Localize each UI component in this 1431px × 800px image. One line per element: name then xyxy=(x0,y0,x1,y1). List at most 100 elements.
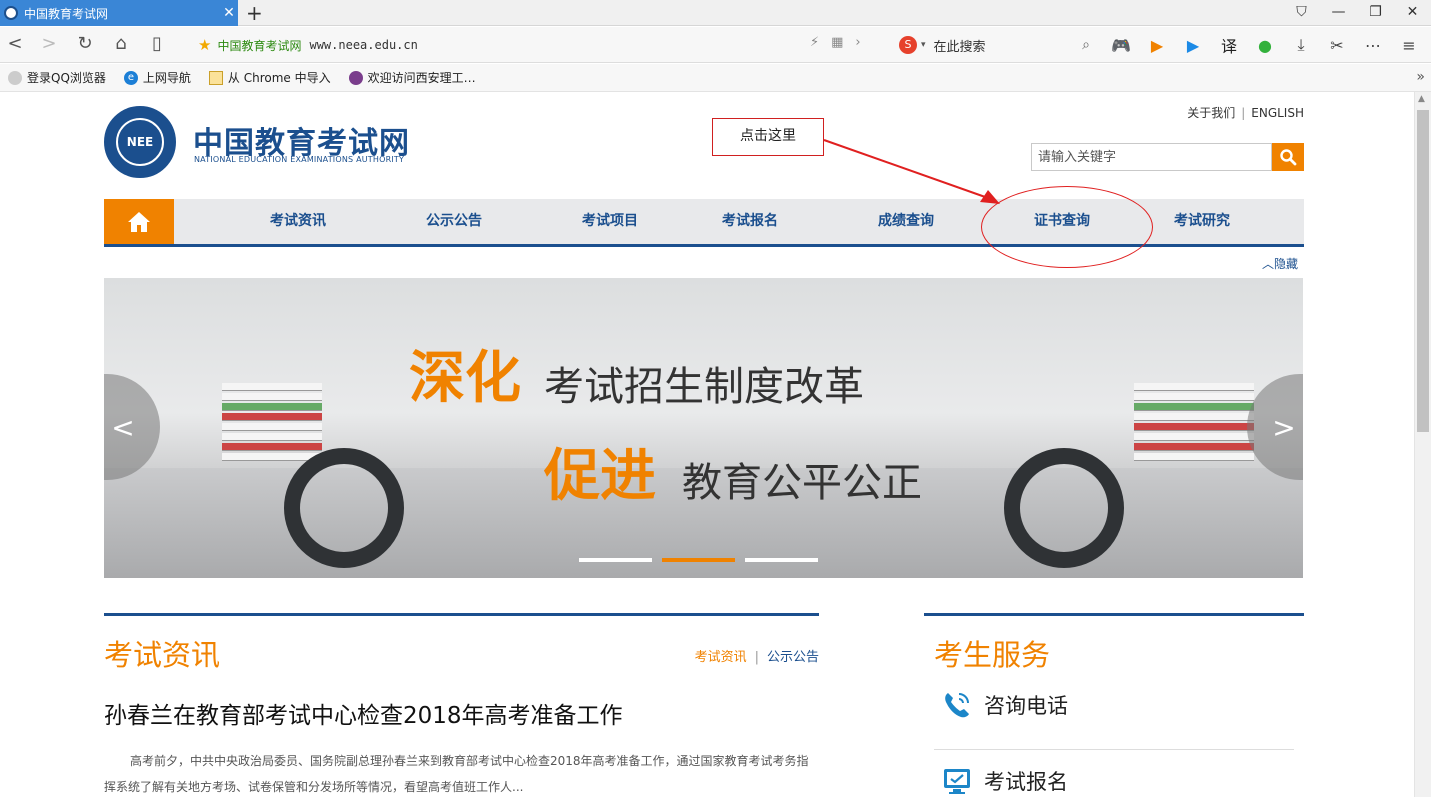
hero-banner: 深化 考试招生制度改革 促进 教育公平公正 < > xyxy=(104,278,1303,578)
search-icon[interactable]: ⌕ xyxy=(1082,37,1090,53)
news-tab-exam-news[interactable]: 考试资讯 xyxy=(695,650,747,665)
news-headline[interactable]: 孙春兰在教育部考试中心检查2018年高考准备工作 xyxy=(104,696,623,730)
logo-title-en: NATIONAL EDUCATION EXAMINATIONS AUTHORIT… xyxy=(194,155,405,164)
service-registration[interactable]: 考试报名 xyxy=(942,766,1068,796)
service-label: 咨询电话 xyxy=(984,694,1068,718)
hide-toggle[interactable]: ︿隐藏 xyxy=(1262,255,1298,272)
nav-exam-news[interactable]: 考试资讯 xyxy=(270,199,326,244)
browser-toolbar: 🎮 ▶ ▶ 译 ● ⤓ ✂ ⋯ ≡ xyxy=(1108,34,1422,56)
minimize-button[interactable]: — xyxy=(1320,0,1357,26)
bookmark-item[interactable]: 登录QQ浏览器 xyxy=(8,69,106,86)
close-window-button[interactable]: ✕ xyxy=(1394,0,1431,26)
english-link[interactable]: ENGLISH xyxy=(1251,106,1304,120)
new-tab-button[interactable]: + xyxy=(246,1,263,25)
bookmarks-bar: 登录QQ浏览器 e 上网导航 从 Chrome 中导入 欢迎访问西安理工… » xyxy=(0,64,1431,92)
more-icon[interactable]: ⋯ xyxy=(1360,34,1386,56)
binder-image xyxy=(284,448,404,568)
site-search xyxy=(1031,143,1304,171)
menu-icon[interactable]: ≡ xyxy=(1396,34,1422,56)
slide-dot-3[interactable] xyxy=(745,558,818,562)
hide-label: 隐藏 xyxy=(1274,257,1299,271)
banner-line1-emphasis: 深化 xyxy=(409,346,521,411)
bookmark-label: 从 Chrome 中导入 xyxy=(227,71,331,85)
university-icon xyxy=(348,70,363,85)
folder-icon xyxy=(208,70,223,85)
nav-exam-projects[interactable]: 考试项目 xyxy=(582,199,638,244)
url-field[interactable]: ★ 中国教育考试网 www.neea.edu.cn xyxy=(190,33,890,57)
site-search-input[interactable] xyxy=(1031,143,1272,171)
browser-search-box[interactable]: S ▾ 在此搜索 ⌕ xyxy=(895,32,1090,58)
home-button[interactable] xyxy=(104,199,174,244)
restore-button[interactable]: ❐ xyxy=(1357,0,1394,26)
phone-icon xyxy=(942,690,972,720)
slide-dot-2[interactable] xyxy=(662,558,735,562)
home-icon xyxy=(128,211,150,232)
chevron-left-icon: < xyxy=(111,410,135,444)
bookmark-label: 上网导航 xyxy=(142,71,191,85)
service-consult-phone[interactable]: 咨询电话 xyxy=(942,690,1068,720)
neea-logo[interactable]: NEE xyxy=(104,106,176,178)
video-icon[interactable]: ▶ xyxy=(1144,34,1170,56)
books-right-image xyxy=(1134,383,1254,473)
banner-line2-text: 教育公平公正 xyxy=(682,460,922,506)
banner-line1-text: 考试招生制度改革 xyxy=(544,364,864,410)
back-button[interactable]: < xyxy=(4,33,26,54)
scroll-up-icon[interactable]: ▲ xyxy=(1418,94,1425,104)
browser-tab[interactable]: 中国教育考试网 ✕ xyxy=(0,0,238,26)
services-section: 考生服务 咨询电话 考试报名 xyxy=(924,613,1304,794)
skin-icon[interactable]: ⛉ xyxy=(1283,0,1320,26)
annotation-callout: 点击这里 xyxy=(712,118,824,156)
refresh-icon[interactable]: ↻ xyxy=(74,33,96,54)
bookmark-item[interactable]: 欢迎访问西安理工… xyxy=(348,69,476,86)
reading-mode-icon[interactable]: ▯ xyxy=(146,33,168,54)
nav-exam-research[interactable]: 考试研究 xyxy=(1174,199,1230,244)
news-summary: 高考前夕，中共中央政治局委员、国务院副总理孙春兰来到教育部考试中心检查2018年… xyxy=(104,754,809,794)
banner-line2-emphasis: 促进 xyxy=(544,444,656,509)
nav-registration[interactable]: 考试报名 xyxy=(722,199,778,244)
bookmark-item[interactable]: e 上网导航 xyxy=(123,69,191,86)
news-tab-notices[interactable]: 公示公告 xyxy=(767,650,819,665)
bookmark-star-icon[interactable]: ★ xyxy=(198,36,211,54)
news-section-title: 考试资讯 xyxy=(104,638,221,672)
bookmark-item[interactable]: 从 Chrome 中导入 xyxy=(208,69,331,86)
bookmarks-overflow-icon[interactable]: » xyxy=(1416,69,1425,85)
game-icon[interactable]: 🎮 xyxy=(1108,34,1134,56)
logo-mark: NEE xyxy=(116,118,164,166)
about-link[interactable]: 关于我们 xyxy=(1187,106,1235,120)
news-section: 考试资讯 考试资讯 | 公示公告 孙春兰在教育部考试中心检查2018年高考准备工作 … xyxy=(104,613,819,794)
tab-title: 中国教育考试网 xyxy=(24,6,109,21)
scrollbar-thumb[interactable] xyxy=(1417,110,1429,432)
annotation-ellipse xyxy=(981,186,1153,268)
search-icon xyxy=(1280,149,1297,166)
site-name-label: 中国教育考试网 xyxy=(217,38,302,53)
services-section-title: 考生服务 xyxy=(934,638,1051,672)
browser-titlebar: 中国教育考试网 ✕ + ⛉ — ❐ ✕ xyxy=(0,0,1431,26)
binder-image xyxy=(1004,448,1124,568)
ie-icon: e xyxy=(123,70,138,85)
user-icon xyxy=(8,70,22,85)
nav-notices[interactable]: 公示公告 xyxy=(426,199,482,244)
sogou-engine-icon[interactable]: S xyxy=(899,36,917,54)
home-icon[interactable]: ⌂ xyxy=(110,33,132,54)
banner-next-button[interactable]: > xyxy=(1247,374,1303,480)
bookmark-label: 登录QQ浏览器 xyxy=(27,71,106,85)
chevron-right-icon: > xyxy=(1272,410,1296,444)
chevron-down-icon[interactable]: ▾ xyxy=(921,40,926,50)
site-favicon-icon xyxy=(4,6,18,20)
translate-icon[interactable]: 译 xyxy=(1216,34,1242,56)
banner-prev-button[interactable]: < xyxy=(104,374,160,480)
slide-dot-1[interactable] xyxy=(579,558,652,562)
close-tab-icon[interactable]: ✕ xyxy=(220,5,238,21)
download-icon[interactable]: ⤓ xyxy=(1288,34,1314,56)
url-text[interactable]: www.neea.edu.cn xyxy=(309,38,417,52)
browser-search-placeholder[interactable]: 在此搜索 xyxy=(934,36,1083,55)
screenshot-icon[interactable]: ✂ xyxy=(1324,34,1350,56)
page-scrollbar[interactable]: ▲ xyxy=(1414,92,1431,797)
forward-button[interactable]: > xyxy=(38,33,60,54)
play-icon[interactable]: ▶ xyxy=(1180,34,1206,56)
bookmark-label: 欢迎访问西安理工… xyxy=(367,71,476,85)
site-search-button[interactable] xyxy=(1272,143,1304,171)
wechat-icon[interactable]: ● xyxy=(1252,34,1278,56)
address-tools-icons[interactable]: ⚡▦› xyxy=(810,35,873,50)
service-label: 考试报名 xyxy=(984,770,1068,794)
